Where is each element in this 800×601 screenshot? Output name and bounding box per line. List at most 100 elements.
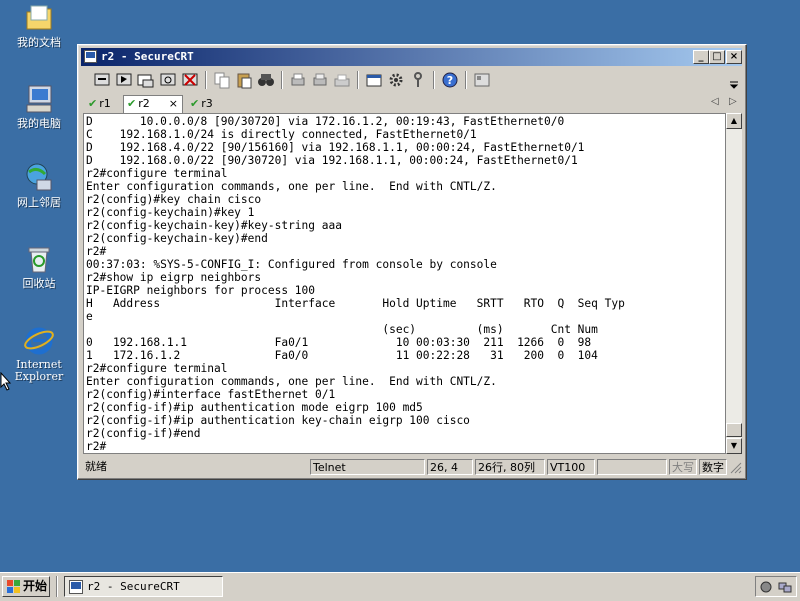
- toolbar-separator: [205, 71, 207, 89]
- terminal-line: D 192.168.4.0/22 [90/156160] via 192.168…: [86, 141, 585, 154]
- terminal-line: Enter configuration commands, one per li…: [86, 180, 497, 193]
- copy-icon: [214, 72, 230, 89]
- session-tabs: ✔ r1 ✔ r2 × ✔ r3 ◁ ▷: [81, 95, 742, 113]
- desktop-icon-my-computer[interactable]: 我的电脑: [1, 83, 77, 130]
- terminal-line: Enter configuration commands, one per li…: [86, 375, 497, 388]
- status-ready: 就绪: [85, 460, 107, 473]
- securecrt-app-icon: [84, 50, 97, 63]
- terminal-line: r2(config-keychain-key)#end: [86, 232, 268, 245]
- tab-r1[interactable]: ✔ r1: [85, 96, 121, 112]
- system-tray: [755, 576, 797, 597]
- terminal-line: r2#: [86, 440, 107, 453]
- terminal-line: r2#configure terminal: [86, 167, 228, 180]
- status-cursor: 26, 4: [427, 459, 473, 475]
- scroll-up-button[interactable]: ▲: [726, 113, 742, 129]
- connected-check-icon: ✔: [190, 97, 200, 110]
- print-button[interactable]: [289, 71, 307, 89]
- tab-label: r2: [138, 97, 150, 110]
- desktop-icon-label: 我的电脑: [17, 117, 61, 130]
- quick-connect-icon: [116, 73, 132, 86]
- terminal-line: r2(config-keychain)#key 1: [86, 206, 255, 219]
- toolbar-overflow-button[interactable]: [729, 79, 739, 89]
- gear-icon: [389, 73, 403, 87]
- help-button[interactable]: ?: [441, 71, 459, 89]
- terminal-line: 00:37:03: %SYS-5-CONFIG_I: Configured fr…: [86, 258, 497, 271]
- terminal-line: r2(config-keychain-key)#key-string aaa: [86, 219, 342, 232]
- key-icon: [414, 72, 422, 87]
- resize-grip-icon[interactable]: [730, 462, 742, 474]
- terminal-line: r2(config-if)#ip authentication key-chai…: [86, 414, 470, 427]
- terminal-line: r2(config)#interface fastEthernet 0/1: [86, 388, 336, 401]
- window-titlebar[interactable]: r2 - SecureCRT _ □ ×: [81, 48, 742, 66]
- svg-text:?: ?: [447, 74, 453, 87]
- taskbar-item-securecrt[interactable]: r2 - SecureCRT: [64, 576, 223, 597]
- terminal-line: D 10.0.0.0/8 [90/30720] via 172.16.1.2, …: [86, 115, 565, 128]
- vertical-scrollbar[interactable]: ▲ ▼: [726, 113, 742, 454]
- tab-close-icon[interactable]: ×: [169, 96, 178, 112]
- close-button[interactable]: ×: [726, 50, 742, 64]
- tray-network-icon[interactable]: [778, 580, 792, 594]
- terminal-screen[interactable]: D 10.0.0.0/8 [90/30720] via 172.16.1.2, …: [83, 113, 726, 454]
- binoculars-icon: [258, 74, 274, 86]
- reconnect-button[interactable]: [159, 71, 177, 89]
- connect-tab-button[interactable]: [137, 71, 155, 89]
- help-icon: ?: [442, 72, 458, 88]
- terminal-line: r2#configure terminal: [86, 362, 228, 375]
- print-icon: [291, 73, 305, 86]
- minimize-button[interactable]: _: [693, 50, 709, 64]
- my-computer-icon: [23, 83, 55, 115]
- tab-prev-icon[interactable]: ◁: [711, 96, 719, 107]
- printer-button[interactable]: [333, 71, 351, 89]
- scroll-thumb[interactable]: [726, 423, 742, 437]
- tab-label: r3: [201, 97, 213, 110]
- key-button[interactable]: [409, 71, 427, 89]
- paste-icon: [237, 73, 252, 89]
- print-selection-icon: [313, 73, 327, 86]
- toolbar-separator: [281, 71, 283, 89]
- copy-button[interactable]: [213, 71, 231, 89]
- terminal-line: 1 172.16.1.2 Fa0/0 11 00:22:28 31 200 0 …: [86, 349, 598, 362]
- terminal-line: r2#: [86, 245, 107, 258]
- maximize-button[interactable]: □: [709, 50, 725, 64]
- desktop-icon-network-places[interactable]: 网上邻居: [1, 162, 77, 209]
- session-options-icon: [366, 74, 382, 87]
- connect-button[interactable]: [93, 71, 111, 89]
- desktop-icon-recycle-bin[interactable]: 回收站: [1, 243, 77, 290]
- reconnect-icon: [160, 73, 176, 86]
- start-button[interactable]: 开始: [2, 576, 50, 597]
- terminal-line: 0 192.168.1.1 Fa0/1 10 00:03:30 211 1266…: [86, 336, 592, 349]
- connect-icon: [94, 73, 110, 86]
- print-selection-button[interactable]: [311, 71, 329, 89]
- terminal-line: IP-EIGRP neighbors for process 100: [86, 284, 316, 297]
- status-blank: [597, 459, 667, 475]
- quick-connect-button[interactable]: [115, 71, 133, 89]
- scroll-down-button[interactable]: ▼: [726, 438, 742, 454]
- terminal-line: D 192.168.0.0/22 [90/30720] via 192.168.…: [86, 154, 578, 167]
- keymap-button[interactable]: [473, 71, 491, 89]
- keymap-icon: [474, 73, 490, 87]
- taskbar: 开始 r2 - SecureCRT: [0, 572, 800, 601]
- my-documents-icon: [23, 2, 55, 34]
- status-size: 26行, 80列: [475, 459, 545, 475]
- window-title: r2 - SecureCRT: [101, 50, 194, 63]
- disconnect-button[interactable]: [181, 71, 199, 89]
- status-bar: 就绪 Telnet 26, 4 26行, 80列 VT100 大写 数字: [81, 458, 742, 476]
- status-caps: 大写: [669, 459, 697, 475]
- session-options-button[interactable]: [365, 71, 383, 89]
- mouse-cursor-icon: [0, 372, 12, 391]
- tab-r2[interactable]: ✔ r2 ×: [123, 95, 183, 113]
- status-protocol: Telnet: [310, 459, 425, 475]
- global-options-button[interactable]: [387, 71, 405, 89]
- paste-button[interactable]: [235, 71, 253, 89]
- printer-icon: [334, 74, 350, 87]
- desktop-icon-label: 网上邻居: [17, 196, 61, 209]
- internet-explorer-icon: [23, 324, 55, 356]
- find-button[interactable]: [257, 71, 275, 89]
- tab-next-icon[interactable]: ▷: [729, 96, 737, 107]
- desktop-icon-label: 我的文档: [17, 36, 61, 49]
- desktop-icon-internet-explorer[interactable]: Internet Explorer: [1, 324, 77, 383]
- tray-speaker-icon[interactable]: [759, 580, 773, 594]
- connect-tab-icon: [137, 74, 154, 88]
- tab-r3[interactable]: ✔ r3: [187, 96, 223, 112]
- desktop-icon-my-documents[interactable]: 我的文档: [1, 2, 77, 49]
